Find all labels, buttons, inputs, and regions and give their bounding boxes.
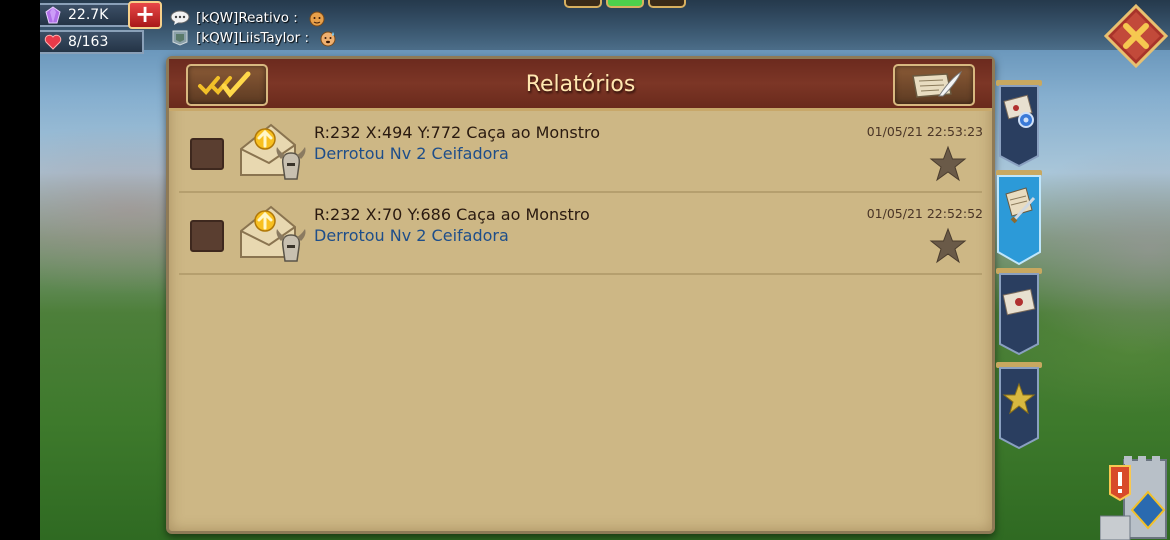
favorite-star-icon[interactable] [929,227,967,265]
scroll-quill-icon [912,70,963,98]
close-button[interactable] [1104,4,1168,68]
screen-left-bezel [0,0,40,540]
report-timestamp: 01/05/21 22:53:23 [866,124,983,139]
report-subtitle: Derrotou Nv 2 Ceifadora [314,226,509,245]
gems-value: 22.7K [68,7,109,23]
mark-all-read-icon [198,71,251,98]
page-indicator-pill [648,0,686,8]
report-title: R:232 X:70 Y:686 Caça ao Monstro [314,205,590,224]
chat-bubble-icon [170,10,190,25]
tab-favorites[interactable] [996,362,1042,452]
face-emoji-icon [309,11,325,27]
guild-banner-icon [172,30,188,46]
gems-counter: 22.7K [40,3,130,27]
sweating-emoji-icon [320,31,336,47]
monster-hunt-mail-icon [240,123,306,180]
report-row[interactable]: R:232 X:494 Y:772 Caça ao Monstro Derrot… [179,111,983,193]
report-timestamp: 01/05/21 22:52:52 [866,206,983,221]
tab-mail-settings[interactable] [996,80,1042,170]
reports-panel: Relatórios R:232 X:494 Y:772 Caça ao Mon… [166,56,995,534]
report-row[interactable]: R:232 X:70 Y:686 Caça ao Monstro Derroto… [179,193,983,275]
tab-messages[interactable] [996,268,1042,358]
chat-line[interactable]: [kQW]Reativo : [170,9,326,27]
mark-all-read-button[interactable] [186,64,268,106]
page-indicator-pill-active [606,0,644,8]
report-checkbox[interactable] [190,220,224,252]
life-counter: 8/163 [40,30,144,54]
tab-reports[interactable] [996,170,1042,266]
favorite-star-icon[interactable] [929,145,967,183]
report-checkbox[interactable] [190,138,224,170]
page-indicator-pill [564,0,602,8]
compose-button[interactable] [893,64,975,106]
buy-gems-button[interactable]: + [128,1,162,29]
life-value: 8/163 [68,34,109,50]
quest-alert-icon[interactable] [1100,452,1170,540]
chat-text: [kQW]Reativo : [196,10,298,26]
gem-icon [45,6,61,24]
panel-header: Relatórios [169,59,992,111]
panel-title: Relatórios [525,72,636,97]
report-subtitle: Derrotou Nv 2 Ceifadora [314,144,509,163]
report-title: R:232 X:494 Y:772 Caça ao Monstro [314,123,600,142]
chat-line[interactable]: [kQW]LiisTaylor : [170,29,337,47]
monster-hunt-mail-icon [240,205,306,262]
heart-icon [44,34,62,50]
chat-text: [kQW]LiisTaylor : [196,30,310,46]
